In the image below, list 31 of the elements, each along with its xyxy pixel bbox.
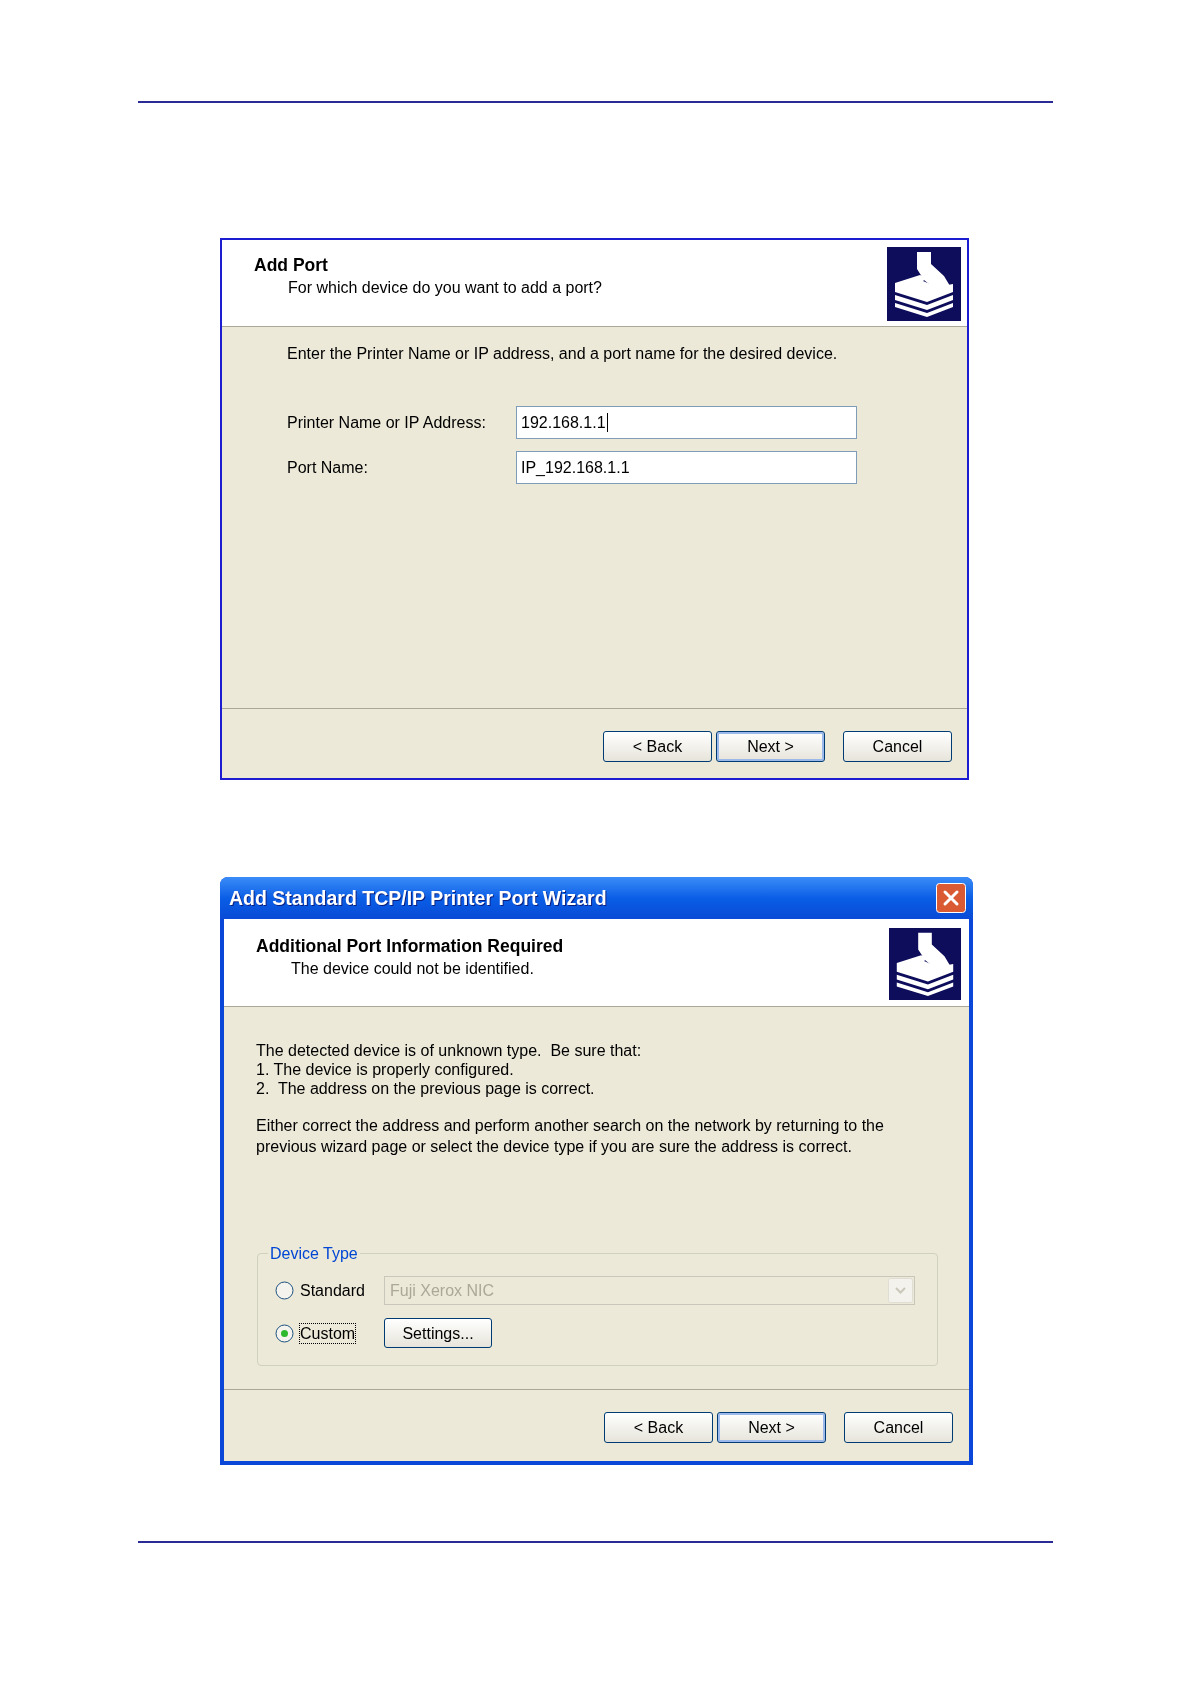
radio-label[interactable]: Custom [300, 1323, 356, 1343]
field-label: Printer Name or IP Address: [287, 413, 486, 431]
window-title: Add Standard TCP/IP Printer Port Wizard [229, 886, 607, 910]
explanation-text: Either correct the address and perform another search on the network by returning to the previous wizard page or select the device type if you are sure the address is correct. [256, 1116, 885, 1157]
wizard-button[interactable]: Cancel [844, 1412, 953, 1443]
settings-button[interactable]: Settings... [384, 1318, 492, 1348]
chevron-down-icon [888, 1278, 913, 1303]
page-subtitle: For which device do you want to add a port? [288, 278, 602, 297]
close-button[interactable] [936, 883, 966, 913]
printer-icon [889, 928, 961, 1000]
input-field[interactable]: 192.168.1.1 [516, 406, 857, 439]
wizard-button[interactable]: < Back [604, 1412, 713, 1443]
wizard-button[interactable]: Next > [716, 731, 825, 762]
instruction-text: Enter the Printer Name or IP address, and a port name for the desired device. [287, 344, 838, 364]
group-label: Device Type [269, 1244, 359, 1263]
wizard-button[interactable]: Next > [717, 1412, 826, 1443]
page-subtitle: The device could not be identified. [291, 959, 534, 978]
wizard-button[interactable]: < Back [603, 731, 712, 762]
message-line: 1. The device is properly configured. [256, 1060, 514, 1079]
printer-icon [887, 247, 961, 321]
message-line: 2. The address on the previous page is correct. [256, 1079, 595, 1098]
radio-label[interactable]: Standard [300, 1281, 365, 1300]
radio-button[interactable] [275, 1323, 294, 1343]
field-label: Port Name: [287, 458, 368, 476]
wizard-button[interactable]: Cancel [843, 731, 952, 762]
page-title: Additional Port Information Required [256, 936, 564, 956]
input-field[interactable]: IP_192.168.1.1 [516, 451, 857, 484]
page-title: Add Port [254, 255, 328, 275]
close-icon [936, 883, 966, 913]
message-line: The detected device is of unknown type. Be sure that: [256, 1041, 642, 1060]
radio-button[interactable] [275, 1281, 294, 1300]
